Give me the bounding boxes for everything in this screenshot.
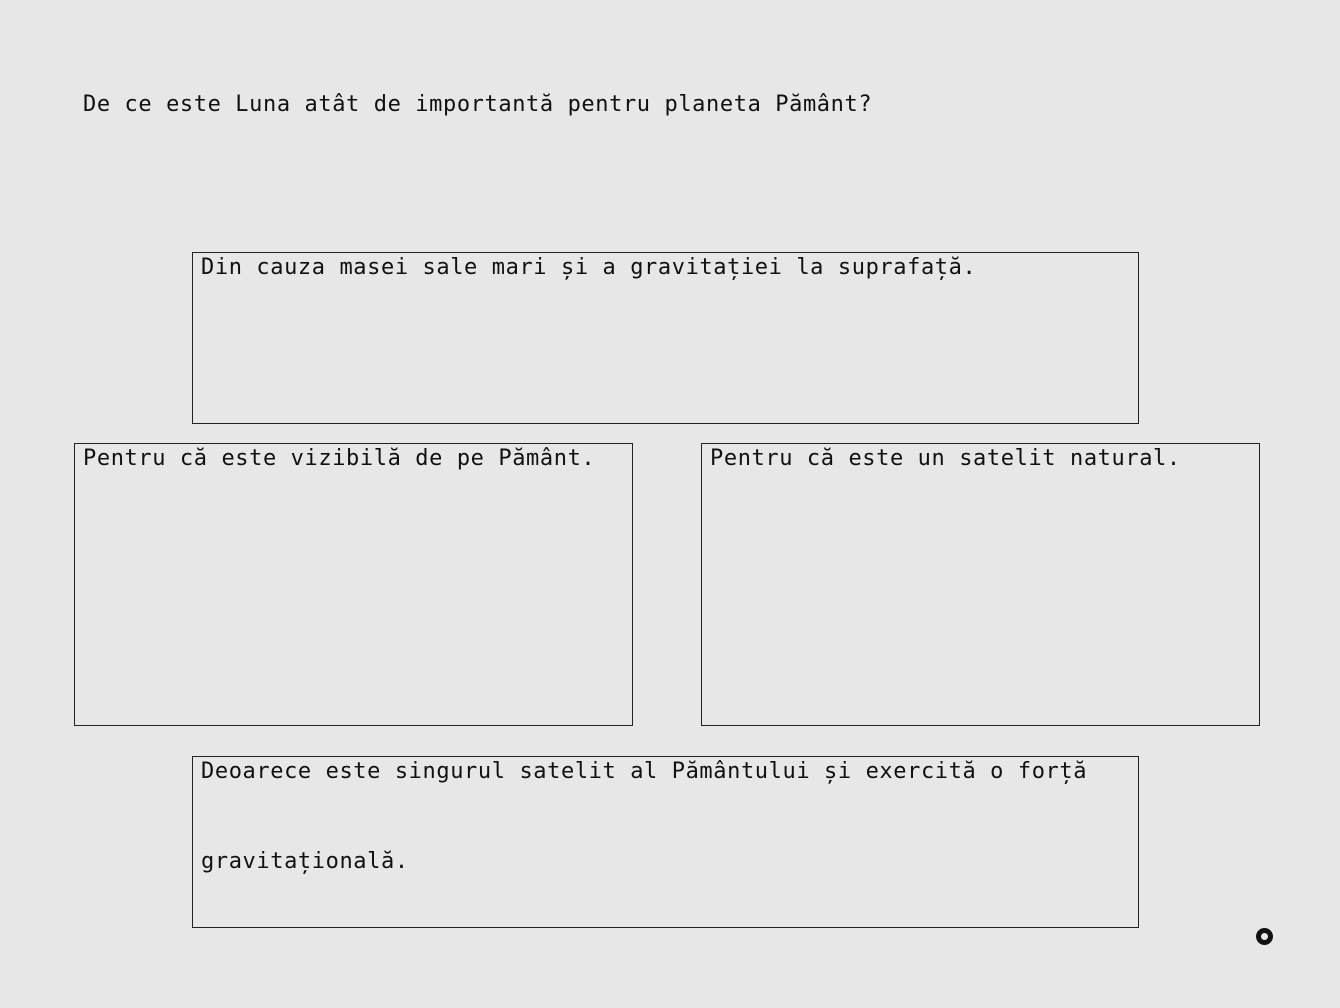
answer-option-3[interactable]: Pentru că este un satelit natural. — [701, 443, 1260, 726]
answer-option-4[interactable]: Deoarece este singurul satelit al Pământ… — [192, 756, 1139, 928]
answer-option-2-label: Pentru că este vizibilă de pe Pământ. — [83, 446, 596, 471]
answer-option-4-label: Deoarece este singurul satelit al Pământ… — [201, 759, 1088, 874]
answer-option-3-label: Pentru că este un satelit natural. — [710, 446, 1181, 471]
answer-option-2[interactable]: Pentru că este vizibilă de pe Pământ. — [74, 443, 633, 726]
answer-option-1-label: Din cauza masei sale mari și a gravitați… — [201, 255, 977, 280]
answer-option-1[interactable]: Din cauza masei sale mari și a gravitați… — [192, 252, 1139, 424]
ring-cursor-icon — [1256, 928, 1273, 945]
ring-cursor-icon-center — [1261, 933, 1268, 940]
quiz-question: De ce este Luna atât de importantă pentr… — [83, 92, 873, 117]
